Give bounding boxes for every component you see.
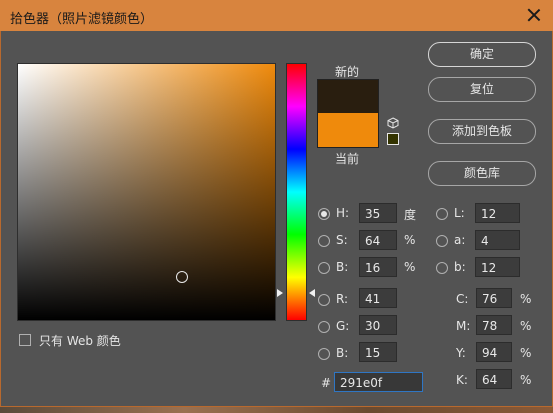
lab-a-radio[interactable] bbox=[436, 235, 448, 247]
yellow-unit: % bbox=[520, 346, 532, 360]
new-color-swatch bbox=[317, 79, 379, 114]
magenta-input[interactable]: 78 bbox=[476, 315, 512, 335]
lab-a-label: a: bbox=[454, 233, 466, 247]
color-libraries-button[interactable]: 颜色库 bbox=[428, 161, 536, 186]
green-input[interactable]: 30 bbox=[359, 315, 397, 335]
green-radio[interactable] bbox=[318, 321, 330, 333]
add-to-swatches-button[interactable]: 添加到色板 bbox=[428, 119, 536, 144]
lab-l-input[interactable]: 12 bbox=[475, 203, 520, 223]
brightness-unit: % bbox=[404, 260, 416, 274]
title-bar: 拾色器（照片滤镜颜色） bbox=[0, 0, 553, 31]
hue-label: H: bbox=[336, 206, 350, 220]
yellow-input[interactable]: 94 bbox=[476, 342, 512, 362]
brightness-input[interactable]: 16 bbox=[359, 257, 397, 277]
hue-radio[interactable] bbox=[318, 208, 330, 220]
hue-slider-right-arrow-icon[interactable] bbox=[309, 289, 315, 297]
black-input[interactable]: 64 bbox=[476, 369, 512, 389]
web-safe-swatch[interactable] bbox=[387, 133, 399, 145]
reset-button[interactable]: 复位 bbox=[428, 77, 536, 102]
color-field-marker[interactable] bbox=[176, 271, 188, 283]
web-only-checkbox[interactable] bbox=[19, 334, 31, 346]
lab-b-radio[interactable] bbox=[436, 262, 448, 274]
cyan-input[interactable]: 76 bbox=[476, 288, 512, 308]
hex-label: # bbox=[321, 376, 332, 390]
ok-button[interactable]: 确定 bbox=[428, 42, 536, 67]
green-label: G: bbox=[336, 319, 350, 333]
red-input[interactable]: 41 bbox=[359, 288, 397, 308]
blue-label: B: bbox=[336, 346, 349, 360]
hue-input[interactable]: 35 bbox=[359, 203, 397, 223]
yellow-label: Y: bbox=[456, 346, 466, 360]
lab-b-label: b: bbox=[454, 260, 466, 274]
lab-a-input[interactable]: 4 bbox=[475, 230, 520, 250]
current-color-swatch[interactable] bbox=[317, 113, 379, 148]
lab-l-radio[interactable] bbox=[436, 208, 448, 220]
close-icon[interactable] bbox=[525, 6, 543, 24]
hue-unit: 度 bbox=[404, 208, 417, 222]
black-label: K: bbox=[456, 373, 468, 387]
cyan-unit: % bbox=[520, 292, 532, 306]
brightness-label: B: bbox=[336, 260, 349, 274]
new-color-label: 新的 bbox=[335, 65, 360, 79]
saturation-unit: % bbox=[404, 233, 416, 247]
hue-slider[interactable] bbox=[286, 63, 307, 321]
color-picker-dialog: 拾色器（照片滤镜颜色） 新的 当前 确定 复位 添加到色板 颜色库 H: 35 … bbox=[0, 0, 553, 407]
current-color-label: 当前 bbox=[335, 152, 360, 166]
dialog-title: 拾色器（照片滤镜颜色） bbox=[10, 12, 154, 27]
cyan-label: C: bbox=[456, 292, 469, 306]
magenta-label: M: bbox=[456, 319, 471, 333]
hue-slider-left-arrow-icon[interactable] bbox=[277, 289, 283, 297]
color-field[interactable] bbox=[17, 63, 276, 321]
saturation-radio[interactable] bbox=[318, 235, 330, 247]
web-only-label[interactable]: 只有 Web 颜色 bbox=[39, 332, 121, 349]
cube-icon[interactable] bbox=[387, 117, 399, 129]
lab-b-input[interactable]: 12 bbox=[475, 257, 520, 277]
saturation-input[interactable]: 64 bbox=[359, 230, 397, 250]
blue-input[interactable]: 15 bbox=[359, 342, 397, 362]
magenta-unit: % bbox=[520, 319, 532, 333]
red-radio[interactable] bbox=[318, 294, 330, 306]
saturation-label: S: bbox=[336, 233, 348, 247]
red-label: R: bbox=[336, 292, 349, 306]
black-unit: % bbox=[520, 373, 532, 387]
brightness-radio[interactable] bbox=[318, 262, 330, 274]
lab-l-label: L: bbox=[454, 206, 465, 220]
hex-input[interactable]: 291e0f bbox=[334, 372, 423, 392]
blue-radio[interactable] bbox=[318, 348, 330, 360]
